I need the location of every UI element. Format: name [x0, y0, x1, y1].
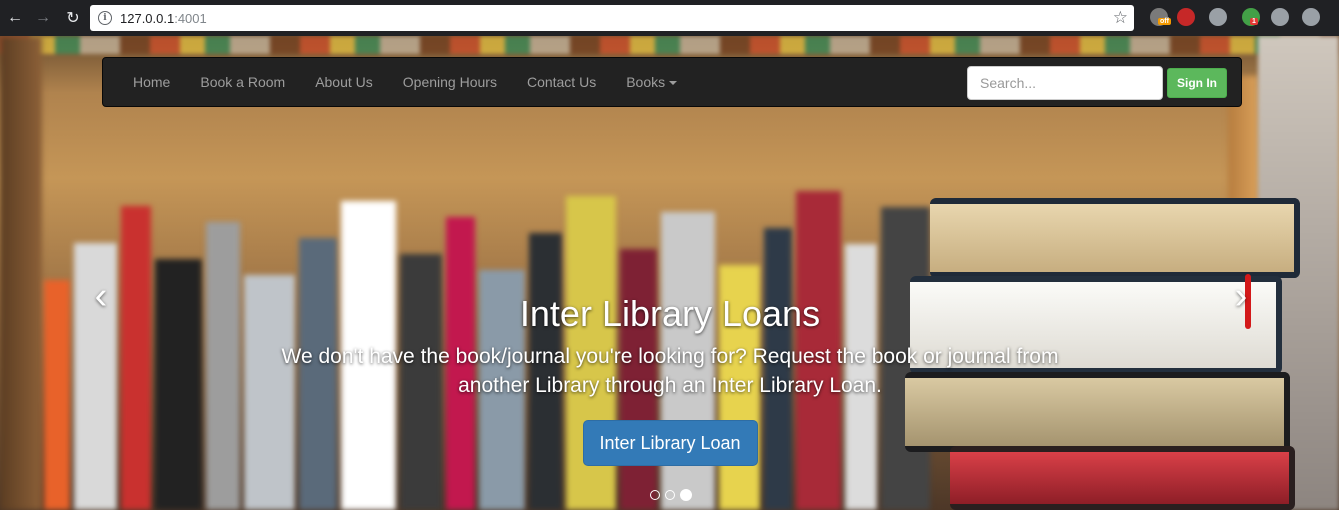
carousel-indicator[interactable]: [680, 489, 692, 501]
nav-dropdown-books[interactable]: Books: [611, 57, 692, 107]
search-extension-icon[interactable]: [1271, 8, 1289, 26]
drive-icon[interactable]: [1302, 8, 1320, 26]
background-book: [44, 280, 70, 510]
url-host: 127.0.0.1: [120, 10, 175, 26]
nav-links: Home Book a Room About Us Opening Hours …: [118, 57, 692, 107]
nav-link-contact-us[interactable]: Contact Us: [512, 57, 611, 107]
address-bar[interactable]: i 127.0.0.1:4001 ☆: [90, 5, 1134, 31]
back-arrow-icon[interactable]: ←: [4, 7, 26, 29]
bookmark-star-icon[interactable]: ☆: [1113, 8, 1128, 28]
carousel-text: We don't have the book/journal you're lo…: [281, 345, 1059, 397]
carousel-title: Inter Library Loans: [519, 293, 821, 334]
caret-down-icon: [669, 81, 678, 86]
chevron-right-icon: ›: [1234, 275, 1248, 317]
ublock-icon[interactable]: [1177, 8, 1195, 26]
extension-off-icon[interactable]: off: [1150, 8, 1171, 26]
site-info-icon[interactable]: i: [98, 11, 112, 25]
site-navbar: Home Book a Room About Us Opening Hours …: [102, 57, 1242, 107]
shelf-top-decoration: [0, 36, 1339, 54]
nav-link-opening-hours[interactable]: Opening Hours: [388, 57, 512, 107]
hero-background: ‹ › Inter Library Loans We don't have th…: [0, 36, 1339, 510]
sign-in-button[interactable]: Sign In: [1167, 68, 1227, 98]
extension-badge: off: [1158, 18, 1171, 25]
nav-link-home[interactable]: Home: [118, 57, 185, 107]
background-book: [121, 206, 151, 510]
carousel-next-button[interactable]: ›: [1226, 276, 1256, 316]
background-book: [155, 259, 202, 510]
shelf-side-decoration: [0, 36, 42, 510]
carousel-caption: Inter Library Loans We don't have the bo…: [270, 294, 1070, 466]
nav-link-book-a-room[interactable]: Book a Room: [185, 57, 300, 107]
search-input[interactable]: [967, 66, 1163, 100]
inter-library-loan-button[interactable]: Inter Library Loan: [582, 420, 758, 466]
pushbullet-icon[interactable]: 1: [1242, 8, 1260, 26]
nav-link-about-us[interactable]: About Us: [300, 57, 388, 107]
forward-arrow-icon[interactable]: →: [32, 7, 54, 29]
reload-icon[interactable]: ↻: [62, 7, 84, 29]
chevron-left-icon: ‹: [94, 275, 108, 317]
background-book: [206, 222, 240, 510]
carousel-indicator[interactable]: [665, 490, 675, 500]
nav-dropdown-books-label: Books: [626, 74, 666, 90]
browser-toolbar: ← → ↻ i 127.0.0.1:4001 ☆ off 1: [0, 0, 1339, 36]
carousel-indicators: [650, 489, 692, 501]
comment-icon[interactable]: [1209, 8, 1227, 26]
carousel-indicator[interactable]: [650, 490, 660, 500]
url-port: :4001: [174, 10, 207, 26]
carousel-prev-button[interactable]: ‹: [86, 276, 116, 316]
extension-badge: 1: [1250, 18, 1258, 25]
